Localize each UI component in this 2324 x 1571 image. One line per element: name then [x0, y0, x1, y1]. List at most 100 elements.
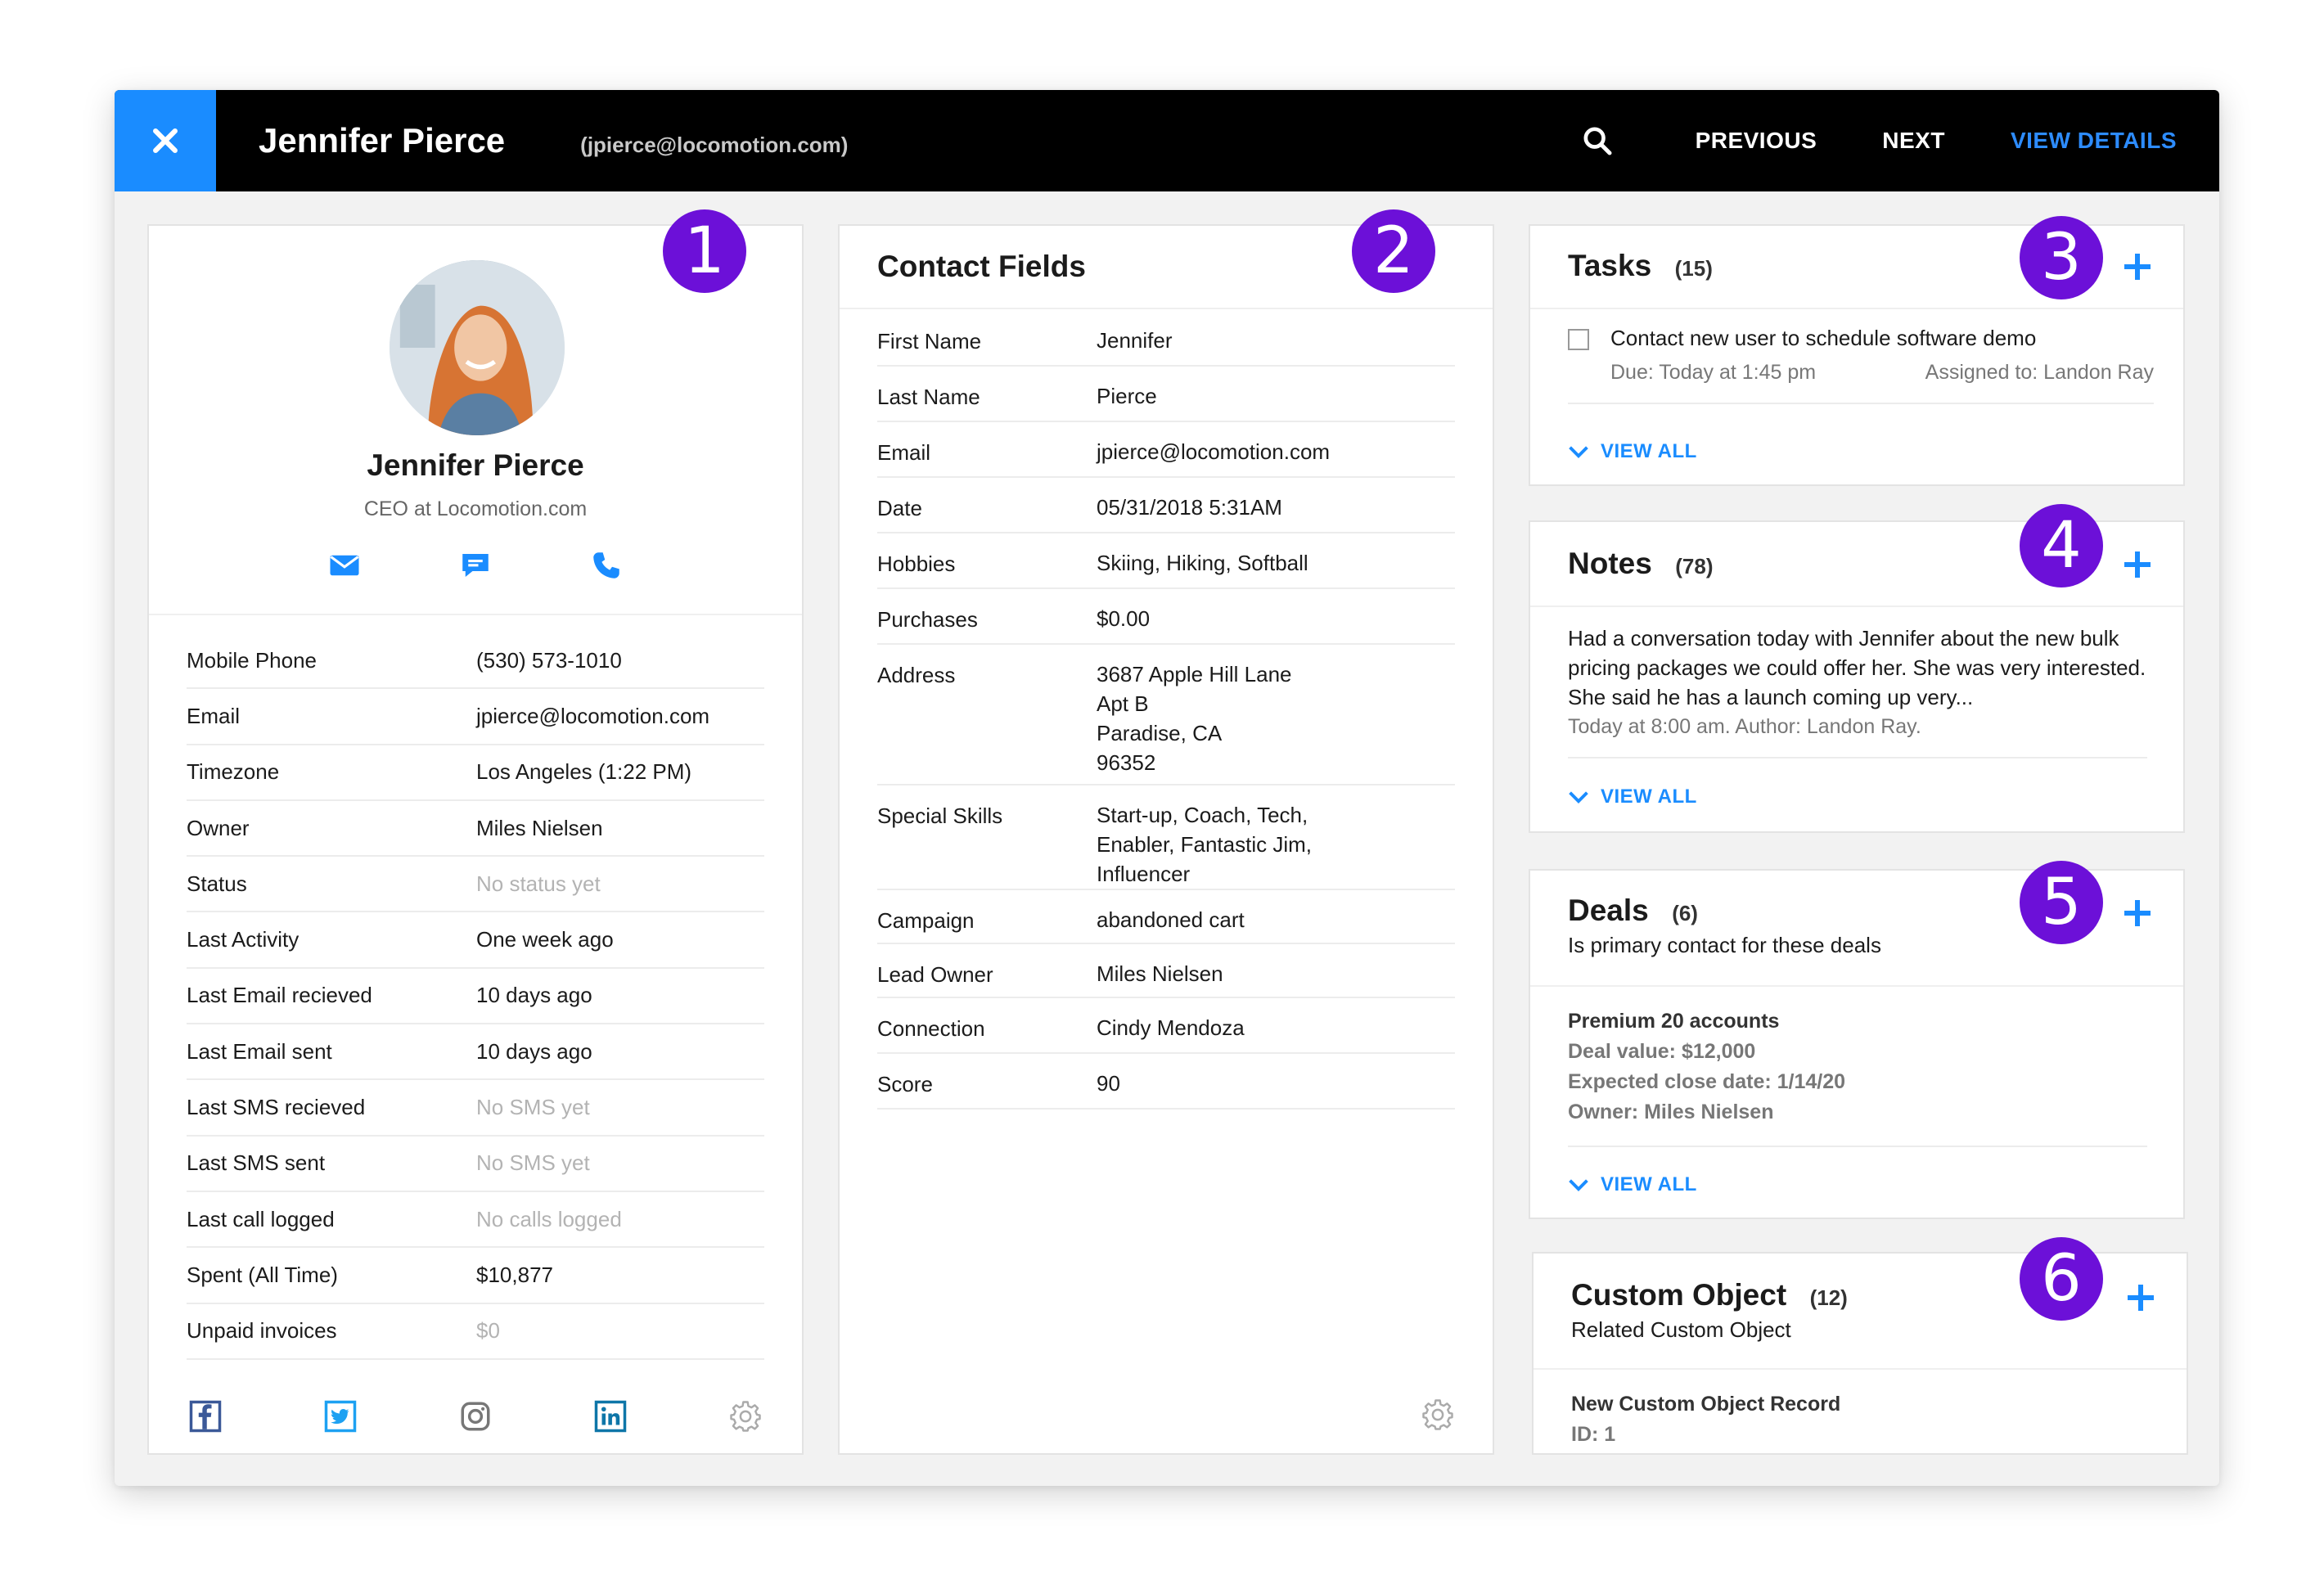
next-button[interactable]: NEXT [1882, 128, 1945, 154]
deals-view-all[interactable]: VIEW ALL [1568, 1173, 1697, 1196]
task-text: Contact new user to schedule software de… [1610, 326, 2037, 350]
settings-gear-icon[interactable] [1421, 1398, 1455, 1432]
add-task-button[interactable] [2121, 250, 2154, 283]
instagram-icon[interactable] [458, 1399, 493, 1434]
step-badge-4: 4 [2020, 504, 2103, 587]
contact-field-row: Purchases $0.00 [877, 589, 1455, 645]
profile-field-row: Spent (All Time) $10,877 [187, 1248, 764, 1304]
previous-button[interactable]: PREVIOUS [1696, 128, 1817, 154]
contact-field-label: Last Name [877, 385, 980, 409]
profile-field-label: Mobile Phone [187, 647, 317, 673]
profile-field-value: No SMS yet [476, 1150, 590, 1176]
linkedin-icon[interactable] [593, 1399, 628, 1434]
contact-field-value: 90 [1097, 1071, 1120, 1096]
add-deal-button[interactable] [2121, 897, 2154, 930]
contact-field-row: Date 05/31/2018 5:31AM [877, 478, 1455, 533]
deals-count: (6) [1672, 901, 1698, 925]
deals-view-all-label: VIEW ALL [1601, 1173, 1697, 1195]
contact-field-label: Lead Owner [877, 962, 993, 987]
contact-field-row: Address 3687 Apple Hill Lane Apt B Paradi… [877, 645, 1455, 786]
tasks-view-all[interactable]: VIEW ALL [1568, 440, 1697, 463]
contact-field-value: 05/31/2018 5:31AM [1097, 495, 1282, 520]
notes-view-all[interactable]: VIEW ALL [1568, 786, 1697, 808]
profile-field-value: No SMS yet [476, 1095, 590, 1120]
tasks-view-all-label: VIEW ALL [1601, 440, 1697, 462]
profile-field-label: Last SMS recieved [187, 1095, 366, 1120]
step-badge-3: 3 [2020, 216, 2103, 299]
profile-field-row: Owner Miles Nielsen [187, 801, 764, 858]
note-item: Had a conversation today with Jennifer a… [1568, 623, 2147, 758]
view-details-button[interactable]: VIEW DETAILS [2011, 128, 2177, 154]
step-badge-6: 6 [2020, 1237, 2103, 1321]
contact-field-label: Connection [877, 1016, 985, 1041]
avatar [390, 260, 565, 435]
profile-field-label: Unpaid invoices [187, 1318, 337, 1344]
profile-field-label: Last Email recieved [187, 983, 372, 1008]
add-note-button[interactable] [2121, 548, 2154, 581]
contact-field-label: Hobbies [877, 551, 956, 576]
contact-field-value: Miles Nielsen [1097, 961, 1223, 986]
contact-field-value: Cindy Mendoza [1097, 1015, 1245, 1040]
profile-field-value: (530) 573-1010 [476, 647, 622, 673]
deal-item: Premium 20 accounts Deal value: $12,000 … [1568, 1006, 2147, 1147]
contact-field-label: Purchases [877, 607, 978, 632]
deals-card: Deals (6) Is primary contact for these d… [1529, 861, 2185, 1219]
contact-field-row: Lead Owner Miles Nielsen [877, 944, 1455, 998]
phone-icon[interactable] [589, 548, 624, 583]
profile-field-label: Last SMS sent [187, 1150, 326, 1176]
twitter-icon[interactable] [323, 1399, 358, 1434]
contact-field-value: Jennifer [1097, 328, 1173, 353]
email-icon[interactable] [327, 548, 362, 583]
contact-field-label: Special Skills [877, 804, 1003, 828]
contact-detail-panel: Jennifer Pierce (jpierce@locomotion.com)… [115, 90, 2219, 1486]
profile-field-row: Last Activity One week ago [187, 912, 764, 969]
close-button[interactable] [115, 90, 216, 191]
profile-field-value: Miles Nielsen [476, 815, 603, 840]
notes-card: Notes (78) Had a conversation today with… [1529, 504, 2185, 833]
deals-subtitle: Is primary contact for these deals [1568, 933, 1881, 957]
top-bar: Jennifer Pierce (jpierce@locomotion.com)… [115, 90, 2219, 191]
task-checkbox[interactable] [1568, 329, 1589, 350]
add-custom-object-button[interactable] [2124, 1281, 2157, 1314]
profile-title: CEO at Locomotion.com [363, 497, 588, 520]
profile-card: Jennifer Pierce CEO at Locomotion.com Mo… [147, 209, 804, 1455]
profile-divider [149, 614, 802, 615]
custom-object-count: (12) [1809, 1285, 1848, 1310]
profile-field-row: Unpaid invoices $0 [187, 1304, 764, 1360]
profile-field-row: Mobile Phone (530) 573-1010 [187, 633, 764, 690]
profile-field-label: Last Activity [187, 927, 300, 952]
deal-value: Deal value: $12,000 [1568, 1040, 1756, 1063]
profile-field-row: Last Email sent 10 days ago [187, 1024, 764, 1081]
notes-view-all-label: VIEW ALL [1601, 786, 1697, 808]
profile-field-label: Spent (All Time) [187, 1262, 338, 1287]
profile-field-row: Last Email recieved 10 days ago [187, 969, 764, 1025]
search-icon[interactable] [1581, 124, 1614, 157]
profile-field-row: Email jpierce@locomotion.com [187, 689, 764, 745]
contact-field-label: Score [877, 1072, 933, 1096]
chevron-down-icon [1569, 1179, 1588, 1191]
contact-field-label: Date [877, 496, 922, 520]
task-assignee: Assigned to: Landon Ray [1925, 361, 2154, 384]
facebook-icon[interactable] [188, 1399, 223, 1434]
contact-field-label: Email [877, 440, 931, 465]
custom-object-subtitle: Related Custom Object [1571, 1317, 1791, 1342]
settings-gear-icon[interactable] [728, 1399, 763, 1434]
top-bar-actions: PREVIOUS NEXT VIEW DETAILS [1581, 90, 2177, 191]
contact-field-value: Start-up, Coach, Tech, Enabler, Fantasti… [1097, 803, 1312, 886]
profile-name: Jennifer Pierce [367, 448, 584, 482]
profile-field-value: No status yet [476, 871, 601, 896]
contact-field-value: Skiing, Hiking, Softball [1097, 551, 1308, 575]
profile-field-label: Status [187, 871, 247, 896]
profile-field-value: No calls logged [476, 1206, 622, 1231]
contact-field-label: Campaign [877, 908, 975, 933]
social-links [188, 1399, 763, 1435]
profile-field-value: 10 days ago [476, 983, 592, 1008]
note-meta: Today at 8:00 am. Author: Landon Ray. [1568, 715, 1921, 738]
profile-field-label: Last Email sent [187, 1038, 332, 1064]
contact-name-header: Jennifer Pierce [259, 121, 506, 160]
sms-icon[interactable] [458, 548, 493, 583]
custom-object-title: Custom Object [1571, 1278, 1787, 1312]
custom-object-record-name: New Custom Object Record [1571, 1393, 1841, 1416]
contact-field-value: 3687 Apple Hill Lane Apt B Paradise, CA … [1097, 662, 1292, 775]
contact-actions [149, 548, 802, 583]
